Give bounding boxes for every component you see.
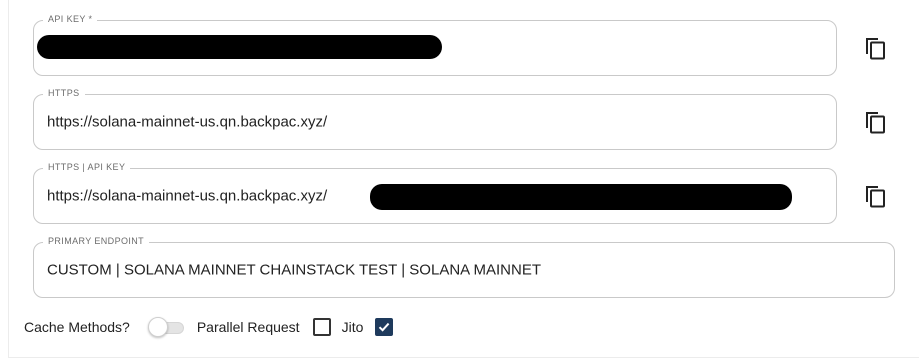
primary-endpoint-value: CUSTOM | SOLANA MAINNET CHAINSTACK TEST … — [47, 261, 542, 279]
https-value: https://solana-mainnet-us.qn.backpac.xyz… — [47, 113, 328, 131]
copy-icon — [866, 186, 885, 208]
https-field[interactable]: HTTPS https://solana-mainnet-us.qn.backp… — [33, 88, 837, 150]
copy-https-button[interactable] — [863, 109, 887, 135]
api-key-field[interactable]: API KEY * — [33, 14, 837, 76]
api-key-redaction — [37, 35, 442, 59]
jito-checkbox[interactable] — [375, 318, 394, 336]
jito-label: Jito — [341, 319, 364, 335]
https-api-key-label: HTTPS | API KEY — [43, 162, 131, 172]
panel-left-border — [8, 0, 9, 358]
cache-methods-toggle[interactable] — [147, 317, 186, 337]
https-api-key-field[interactable]: HTTPS | API KEY https://solana-mainnet-u… — [33, 162, 837, 224]
https-api-key-redaction — [370, 184, 792, 210]
copy-api-key-button[interactable] — [863, 35, 887, 61]
primary-endpoint-label: PRIMARY ENDPOINT — [43, 236, 150, 246]
https-label: HTTPS — [43, 88, 85, 98]
toggle-thumb — [147, 317, 168, 337]
primary-endpoint-select[interactable]: PRIMARY ENDPOINT CUSTOM | SOLANA MAINNET… — [33, 236, 895, 298]
api-key-label: API KEY * — [43, 14, 98, 24]
parallel-request-label: Parallel Request — [196, 319, 300, 335]
parallel-request-checkbox[interactable] — [312, 318, 331, 336]
checkmark-icon — [379, 322, 390, 332]
copy-icon — [866, 38, 885, 60]
copy-icon — [866, 112, 885, 134]
copy-https-api-key-button[interactable] — [863, 183, 887, 209]
cache-methods-label: Cache Methods? — [24, 319, 130, 335]
https-api-key-value: https://solana-mainnet-us.qn.backpac.xyz… — [47, 187, 328, 205]
options-row: Cache Methods? Parallel Request Jito — [24, 316, 394, 338]
